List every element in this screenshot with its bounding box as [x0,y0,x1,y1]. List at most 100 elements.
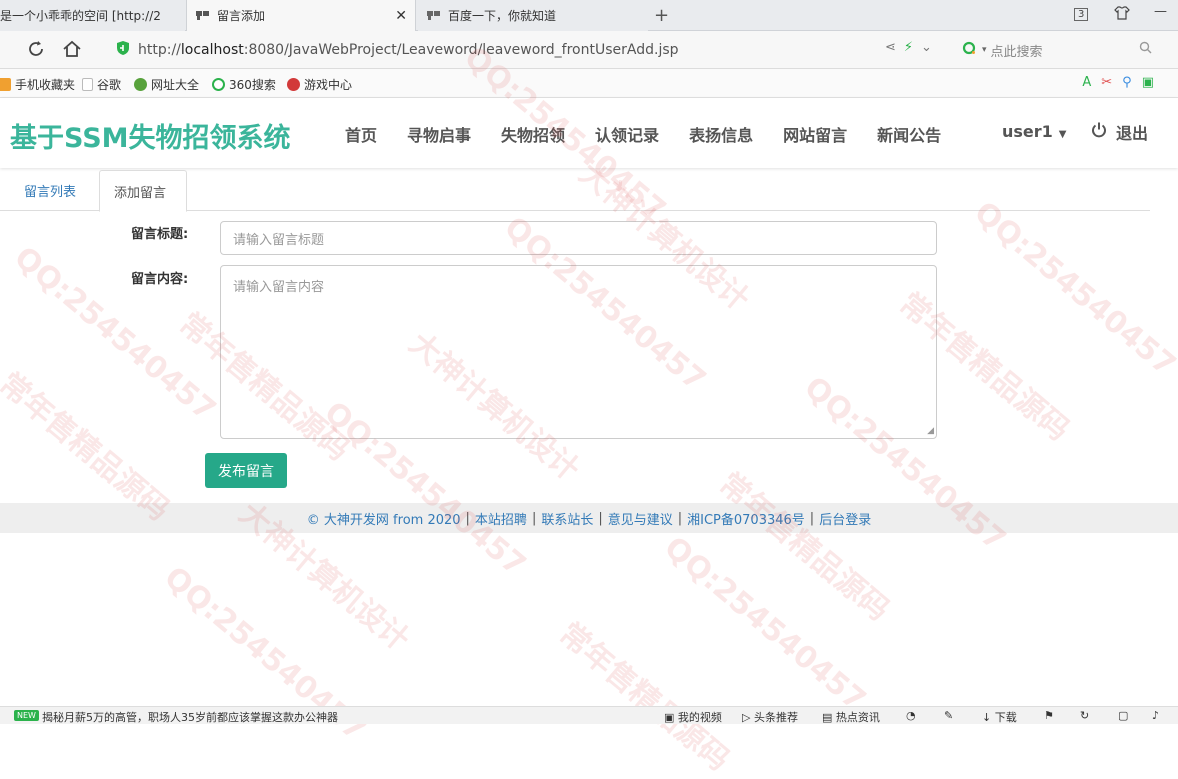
news-ticker-link[interactable]: 揭秘月薪5万的高管，职场人35岁前都应该掌握这款办公神器 [42,709,338,725]
status-hot-news-label: 热点资讯 [835,711,880,724]
watermark-text: 常年售精品源码 [712,466,896,628]
volume-icon[interactable]: ♪ [1152,709,1159,722]
footer-separator: | [809,510,815,526]
bookmark-label: 游戏中心 [304,78,353,92]
bookmark-label: 手机收藏夹 [15,78,76,92]
url-prefix: http:// [138,42,181,58]
bookmark-item[interactable]: 360搜索 [212,76,276,93]
refresh-icon[interactable] [26,39,46,64]
url-field[interactable]: http://localhost:8080/JavaWebProject/Lea… [116,36,956,64]
site-header: 基于SSM失物招领系统 首页 寻物启事 失物招领 认领记录 表扬信息 网站留言 … [0,98,1178,168]
video-icon: ▣ [664,711,678,724]
status-hot-news[interactable]: ▤ 热点资讯 [822,709,880,725]
gamepad-icon[interactable]: ▣ [1142,75,1164,90]
status-download[interactable]: ↓ 下载 [982,709,1017,725]
scissors-icon[interactable]: ✂ [1101,75,1122,90]
resize-grip-icon[interactable]: ◢ [927,426,934,436]
main-nav: 首页 寻物启事 失物招领 认领记录 表扬信息 网站留言 新闻公告 [345,122,971,146]
secure-shield-icon [116,40,130,60]
site-brand[interactable]: 基于SSM失物招领系统 [10,116,291,155]
refresh-small-icon[interactable]: ↻ [1080,709,1089,722]
tab-page-icon [195,10,211,22]
game-center-icon [287,78,300,91]
watermark-text: QQ:254540457 [657,530,873,719]
nav-praise-info[interactable]: 表扬信息 [689,122,753,146]
chevron-down-icon[interactable]: ⌄ [921,40,940,55]
footer-link-jobs[interactable]: 本站招聘 [475,509,527,528]
status-video[interactable]: ▣ 我的视频 [664,709,722,725]
tab-page-icon [426,10,442,22]
tab-title: 留言添加 [217,9,266,23]
share-icon[interactable]: ⋖ [885,40,904,55]
nav-news[interactable]: 新闻公告 [877,122,941,146]
footer-copyright[interactable]: © 大神开发网 from 2020 [307,509,461,528]
new-tab-icon[interactable]: + [654,5,669,26]
tab-message-list[interactable]: 留言列表 [10,170,90,211]
nav-lost-notices[interactable]: 寻物启事 [407,122,471,146]
extension-tools: A✂⚲▣ [1082,75,1164,90]
bookmarks-bar: 手机收藏夹 谷歌 网址大全 360搜索 游戏中心 A✂⚲▣ [0,69,1178,98]
bookmark-item[interactable]: 谷歌 [82,76,121,93]
title-placeholder: 请输入留言标题 [233,232,325,248]
nav-messages[interactable]: 网站留言 [783,122,847,146]
search-360-icon [212,78,225,91]
footer-separator: | [465,510,470,526]
home-icon[interactable] [62,39,82,64]
lightning-icon[interactable]: ⚡ [904,40,921,55]
user-menu[interactable]: user1 ▼ [1002,122,1067,141]
status-headlines[interactable]: ▷ 头条推荐 [742,709,798,725]
footer-link-feedback[interactable]: 意见与建议 [608,509,673,528]
bookmark-label: 网址大全 [151,78,200,92]
browser-tab-1[interactable]: 是一个小乖乖的空间 [http://2 [0,0,185,31]
message-title-input[interactable]: 请输入留言标题 [220,221,937,255]
footer-link-icp[interactable]: 湘ICP备0703346号 [687,509,805,528]
browser-status-bar: NEW 揭秘月薪5万的高管，职场人35岁前都应该掌握这款办公神器 ▣ 我的视频 … [0,706,1178,724]
footer-separator: | [677,510,683,526]
message-tabs: 留言列表 添加留言 [0,170,1150,212]
address-bar: http://localhost:8080/JavaWebProject/Lea… [0,31,1178,69]
browser-tab-strip: 是一个小乖乖的空间 [http://2 留言添加 ✕ 百度一下，你就知道 + 3… [0,0,1178,31]
search-icon[interactable] [1139,41,1152,58]
nav-found-items[interactable]: 失物招领 [501,122,565,146]
content-placeholder: 请输入留言内容 [233,280,325,295]
username: user1 [1002,122,1053,141]
magnifier-icon[interactable]: ⚲ [1122,75,1142,90]
message-content-textarea[interactable]: 请输入留言内容 ◢ [220,265,937,439]
web-directory-icon [134,78,147,91]
download-icon: ↓ [982,711,995,724]
speed-icon[interactable]: ◔ [906,709,916,722]
logout-button[interactable]: 退出 [1090,120,1148,144]
footer-link-contact[interactable]: 联系站长 [541,509,593,528]
watermark-text: QQ:254540457 [7,240,223,429]
page-icon [82,78,93,91]
search-placeholder: 点此搜索 [990,44,1043,60]
footer-link-admin-login[interactable]: 后台登录 [819,509,871,528]
bookmark-item[interactable]: 网址大全 [134,76,199,93]
tab-count-badge[interactable]: 3 [1074,8,1089,21]
browser-tab-3[interactable]: 百度一下，你就知道 [418,0,648,31]
publish-message-button[interactable]: 发布留言 [205,453,287,488]
nav-claim-records[interactable]: 认领记录 [595,122,659,146]
tab-title: 百度一下，你就知道 [448,9,557,23]
nav-home[interactable]: 首页 [345,122,377,146]
search-input[interactable]: ▾ 点此搜索 [962,37,1158,63]
minimize-icon[interactable]: — [1154,4,1167,19]
footer-separator: | [598,510,603,526]
tab-title: 是一个小乖乖的空间 [http://2 [0,9,161,23]
status-download-label: 下载 [994,711,1017,724]
close-tab-icon[interactable]: ✕ [395,8,407,24]
power-icon [1090,121,1108,144]
chevron-down-icon[interactable]: ▾ [982,45,987,55]
bookmark-label: 谷歌 [97,78,122,92]
pin-icon[interactable]: ✎ [944,709,953,722]
tab-add-message[interactable]: 添加留言 [99,170,187,212]
flag-icon[interactable]: ⚑ [1044,709,1054,722]
bookmark-item[interactable]: 游戏中心 [287,76,352,93]
translate-icon[interactable]: A [1082,75,1101,90]
url-path: :8080/JavaWebProject/Leaveword/leaveword… [243,42,679,58]
browser-tab-2[interactable]: 留言添加 ✕ [186,0,416,31]
bookmark-item[interactable]: 手机收藏夹 [0,76,75,93]
shirt-icon[interactable] [1114,6,1130,24]
bookmark-label: 360搜索 [229,78,276,92]
window-icon[interactable]: ▢ [1118,709,1128,722]
